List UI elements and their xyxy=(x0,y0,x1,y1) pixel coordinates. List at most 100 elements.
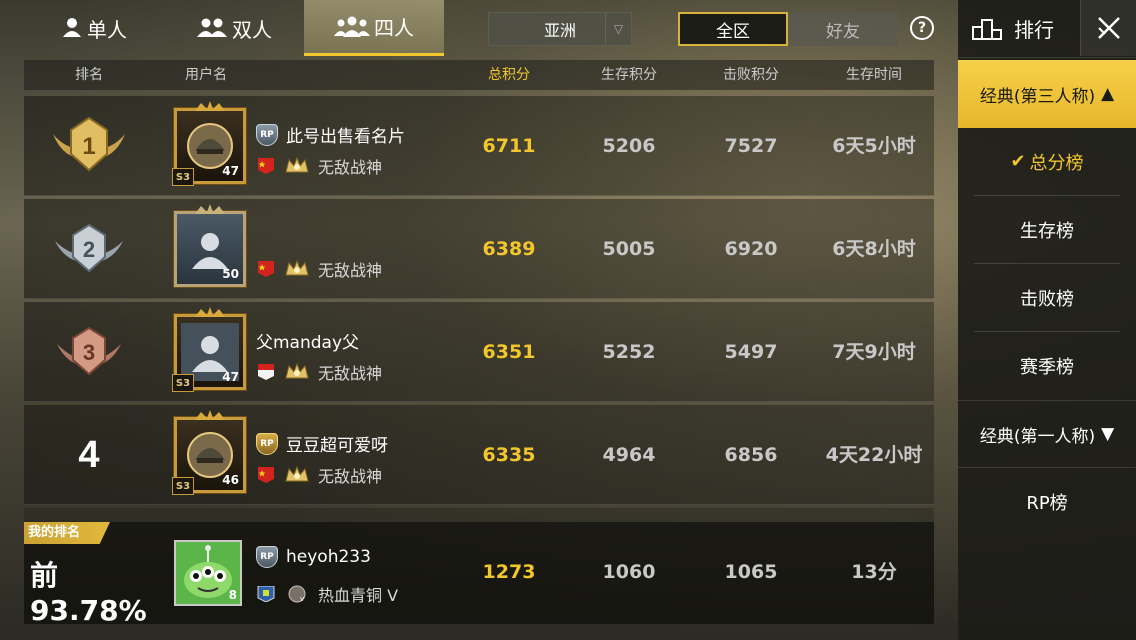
table-header: 排名 用户名 总积分 生存积分 击败积分 生存时间 xyxy=(24,60,934,90)
sidebar-item-label: 生存榜 xyxy=(1020,220,1074,242)
avatar[interactable]: 47 S3 xyxy=(172,101,246,186)
rank-cell: 2 xyxy=(44,199,134,299)
tab-squad-label: 四人 xyxy=(374,16,414,40)
avatar[interactable]: 46 S3 xyxy=(172,410,246,495)
sidebar-title: 排行 xyxy=(1014,18,1054,42)
category-first-person[interactable]: 经典(第一人称) ▼ xyxy=(958,400,1136,468)
player-name-line: 父manday父 xyxy=(256,328,359,353)
chevron-up-icon: ▲ xyxy=(1101,84,1115,104)
player-tier: 无敌战神 xyxy=(318,364,383,383)
avatar-level: 46 xyxy=(222,473,239,487)
avatar[interactable]: 47 S3 xyxy=(172,307,246,392)
survival-time: 13分 xyxy=(851,561,897,583)
survival-score: 4964 xyxy=(602,444,656,466)
sidebar-item-total[interactable]: ✔ 总分榜 xyxy=(974,128,1120,196)
table-row[interactable]: 4 46 S3 RP 豆豆超可爱呀 无敌战神 6335 4964 6856 4天… xyxy=(24,405,934,505)
my-avatar[interactable]: 8 xyxy=(174,540,242,606)
sidebar-header: 排行 xyxy=(958,0,1136,58)
total-score: 6389 xyxy=(482,238,536,260)
avatar-level: 8 xyxy=(228,588,237,602)
category-label: 经典(第三人称) xyxy=(979,86,1096,107)
row-divider xyxy=(24,508,934,522)
player-name: 此号出售看名片 xyxy=(286,127,405,147)
tab-squad[interactable]: 四人 xyxy=(304,0,444,56)
survival-score: 5252 xyxy=(602,341,656,363)
kills-score: 7527 xyxy=(724,135,778,157)
tier-crown-icon xyxy=(285,362,309,379)
player-name-line: RP 豆豆超可爱呀 xyxy=(256,431,388,456)
player-tier-line: 无敌战神 xyxy=(256,154,382,178)
total-score: 6335 xyxy=(482,444,536,466)
survival-time: 4天22小时 xyxy=(825,444,923,466)
kills-score: 5497 xyxy=(724,341,778,363)
kills-score: 6856 xyxy=(724,444,778,466)
china-flag-icon xyxy=(258,467,274,483)
player-tier-line: 无敌战神 xyxy=(256,463,382,487)
header-username: 用户名 xyxy=(185,67,227,83)
table-row[interactable]: 1 47 S3 RP 此号出售看名片 无敌战神 6711 5206 7527 6… xyxy=(24,96,934,196)
rank-badge-number: 2 xyxy=(83,237,95,262)
player-tier-line: 无敌战神 xyxy=(256,360,382,384)
player-tier: 无敌战神 xyxy=(318,158,383,177)
my-rank-tag: 我的排名 xyxy=(24,522,110,544)
player-name: 父manday父 xyxy=(256,333,360,353)
player-tier: 无敌战神 xyxy=(318,467,383,486)
bronze-rank-3-icon: 3 xyxy=(57,326,121,376)
bronze-tier-icon: v xyxy=(288,585,306,603)
player-name-line: RP 此号出售看名片 xyxy=(256,122,405,147)
season-badge: S3 xyxy=(172,168,194,186)
season-badge: S3 xyxy=(172,374,194,392)
avatar-level: 50 xyxy=(222,267,239,281)
kills-score: 6920 xyxy=(724,238,778,260)
silver-rank-2-icon: 2 xyxy=(55,223,123,273)
rank-cell: 4 xyxy=(44,405,134,505)
total-score: 6711 xyxy=(482,135,536,157)
header-total: 总积分 xyxy=(488,67,530,83)
single-person-icon xyxy=(61,17,83,39)
header-rank: 排名 xyxy=(75,67,103,83)
sidebar-item-label: 击败榜 xyxy=(1020,288,1074,310)
sidebar-item-survival[interactable]: 生存榜 xyxy=(974,196,1120,264)
header-survival: 生存积分 xyxy=(601,67,657,83)
avatar-level: 47 xyxy=(222,164,239,178)
close-button[interactable] xyxy=(1080,0,1136,56)
player-name: heyoh233 xyxy=(286,547,371,567)
table-row[interactable]: 3 47 S3 父manday父 无敌战神 6351 5252 5497 7天9… xyxy=(24,302,934,402)
survival-time: 6天5小时 xyxy=(832,135,916,157)
my-rank-row[interactable]: 我的排名 前93.78% 8 RP heyoh233 v 热血青铜 V 1273… xyxy=(24,522,934,627)
podium-icon xyxy=(972,18,1002,40)
rank-badge-number: 3 xyxy=(83,340,95,365)
rank-cell: 1 xyxy=(44,96,134,196)
sidebar: 排行 经典(第三人称) ▲ ✔ 总分榜 生存榜 击败榜 赛季榜 经典(第一人称)… xyxy=(958,0,1136,640)
frame-crown-icon xyxy=(195,101,225,111)
player-tier-line: 无敌战神 xyxy=(256,257,382,281)
total-score: 6351 xyxy=(482,341,536,363)
chevron-down-icon: ▼ xyxy=(1101,424,1115,444)
table-row[interactable]: 2 50 无敌战神 6389 5005 6920 6天8小时 xyxy=(24,199,934,299)
category-label: 经典(第一人称) xyxy=(979,426,1096,447)
gold-rank-1-icon: 1 xyxy=(53,116,125,172)
indonesia-flag-icon xyxy=(258,364,274,380)
scope-all-label: 全区 xyxy=(716,21,750,42)
header-kills: 击败积分 xyxy=(723,67,779,83)
tab-single-label: 单人 xyxy=(87,17,127,42)
tab-single[interactable]: 单人 xyxy=(24,0,164,56)
tab-duo[interactable]: 双人 xyxy=(164,0,304,56)
avatar-level: 47 xyxy=(222,370,239,384)
header-time: 生存时间 xyxy=(846,67,902,83)
sidebar-item-kills[interactable]: 击败榜 xyxy=(974,264,1120,332)
my-rank-percent: 前93.78% xyxy=(30,559,147,627)
scope-friends-button[interactable]: 好友 xyxy=(788,12,898,46)
sidebar-item-season[interactable]: 赛季榜 xyxy=(974,332,1120,400)
survival-score: 5206 xyxy=(602,135,656,157)
category-third-person[interactable]: 经典(第三人称) ▲ xyxy=(958,60,1136,128)
survival-time: 7天9小时 xyxy=(832,341,916,363)
sidebar-item-rp[interactable]: RP榜 xyxy=(974,468,1120,536)
china-flag-icon xyxy=(258,158,274,174)
help-icon[interactable]: ? xyxy=(910,16,934,40)
scope-all-button[interactable]: 全区 xyxy=(678,12,788,46)
region-select[interactable]: 亚洲 ▽ xyxy=(488,12,632,46)
checkmark-icon: ✔ xyxy=(1010,151,1026,172)
region-value: 亚洲 xyxy=(543,21,576,40)
avatar[interactable]: 50 xyxy=(174,204,246,287)
